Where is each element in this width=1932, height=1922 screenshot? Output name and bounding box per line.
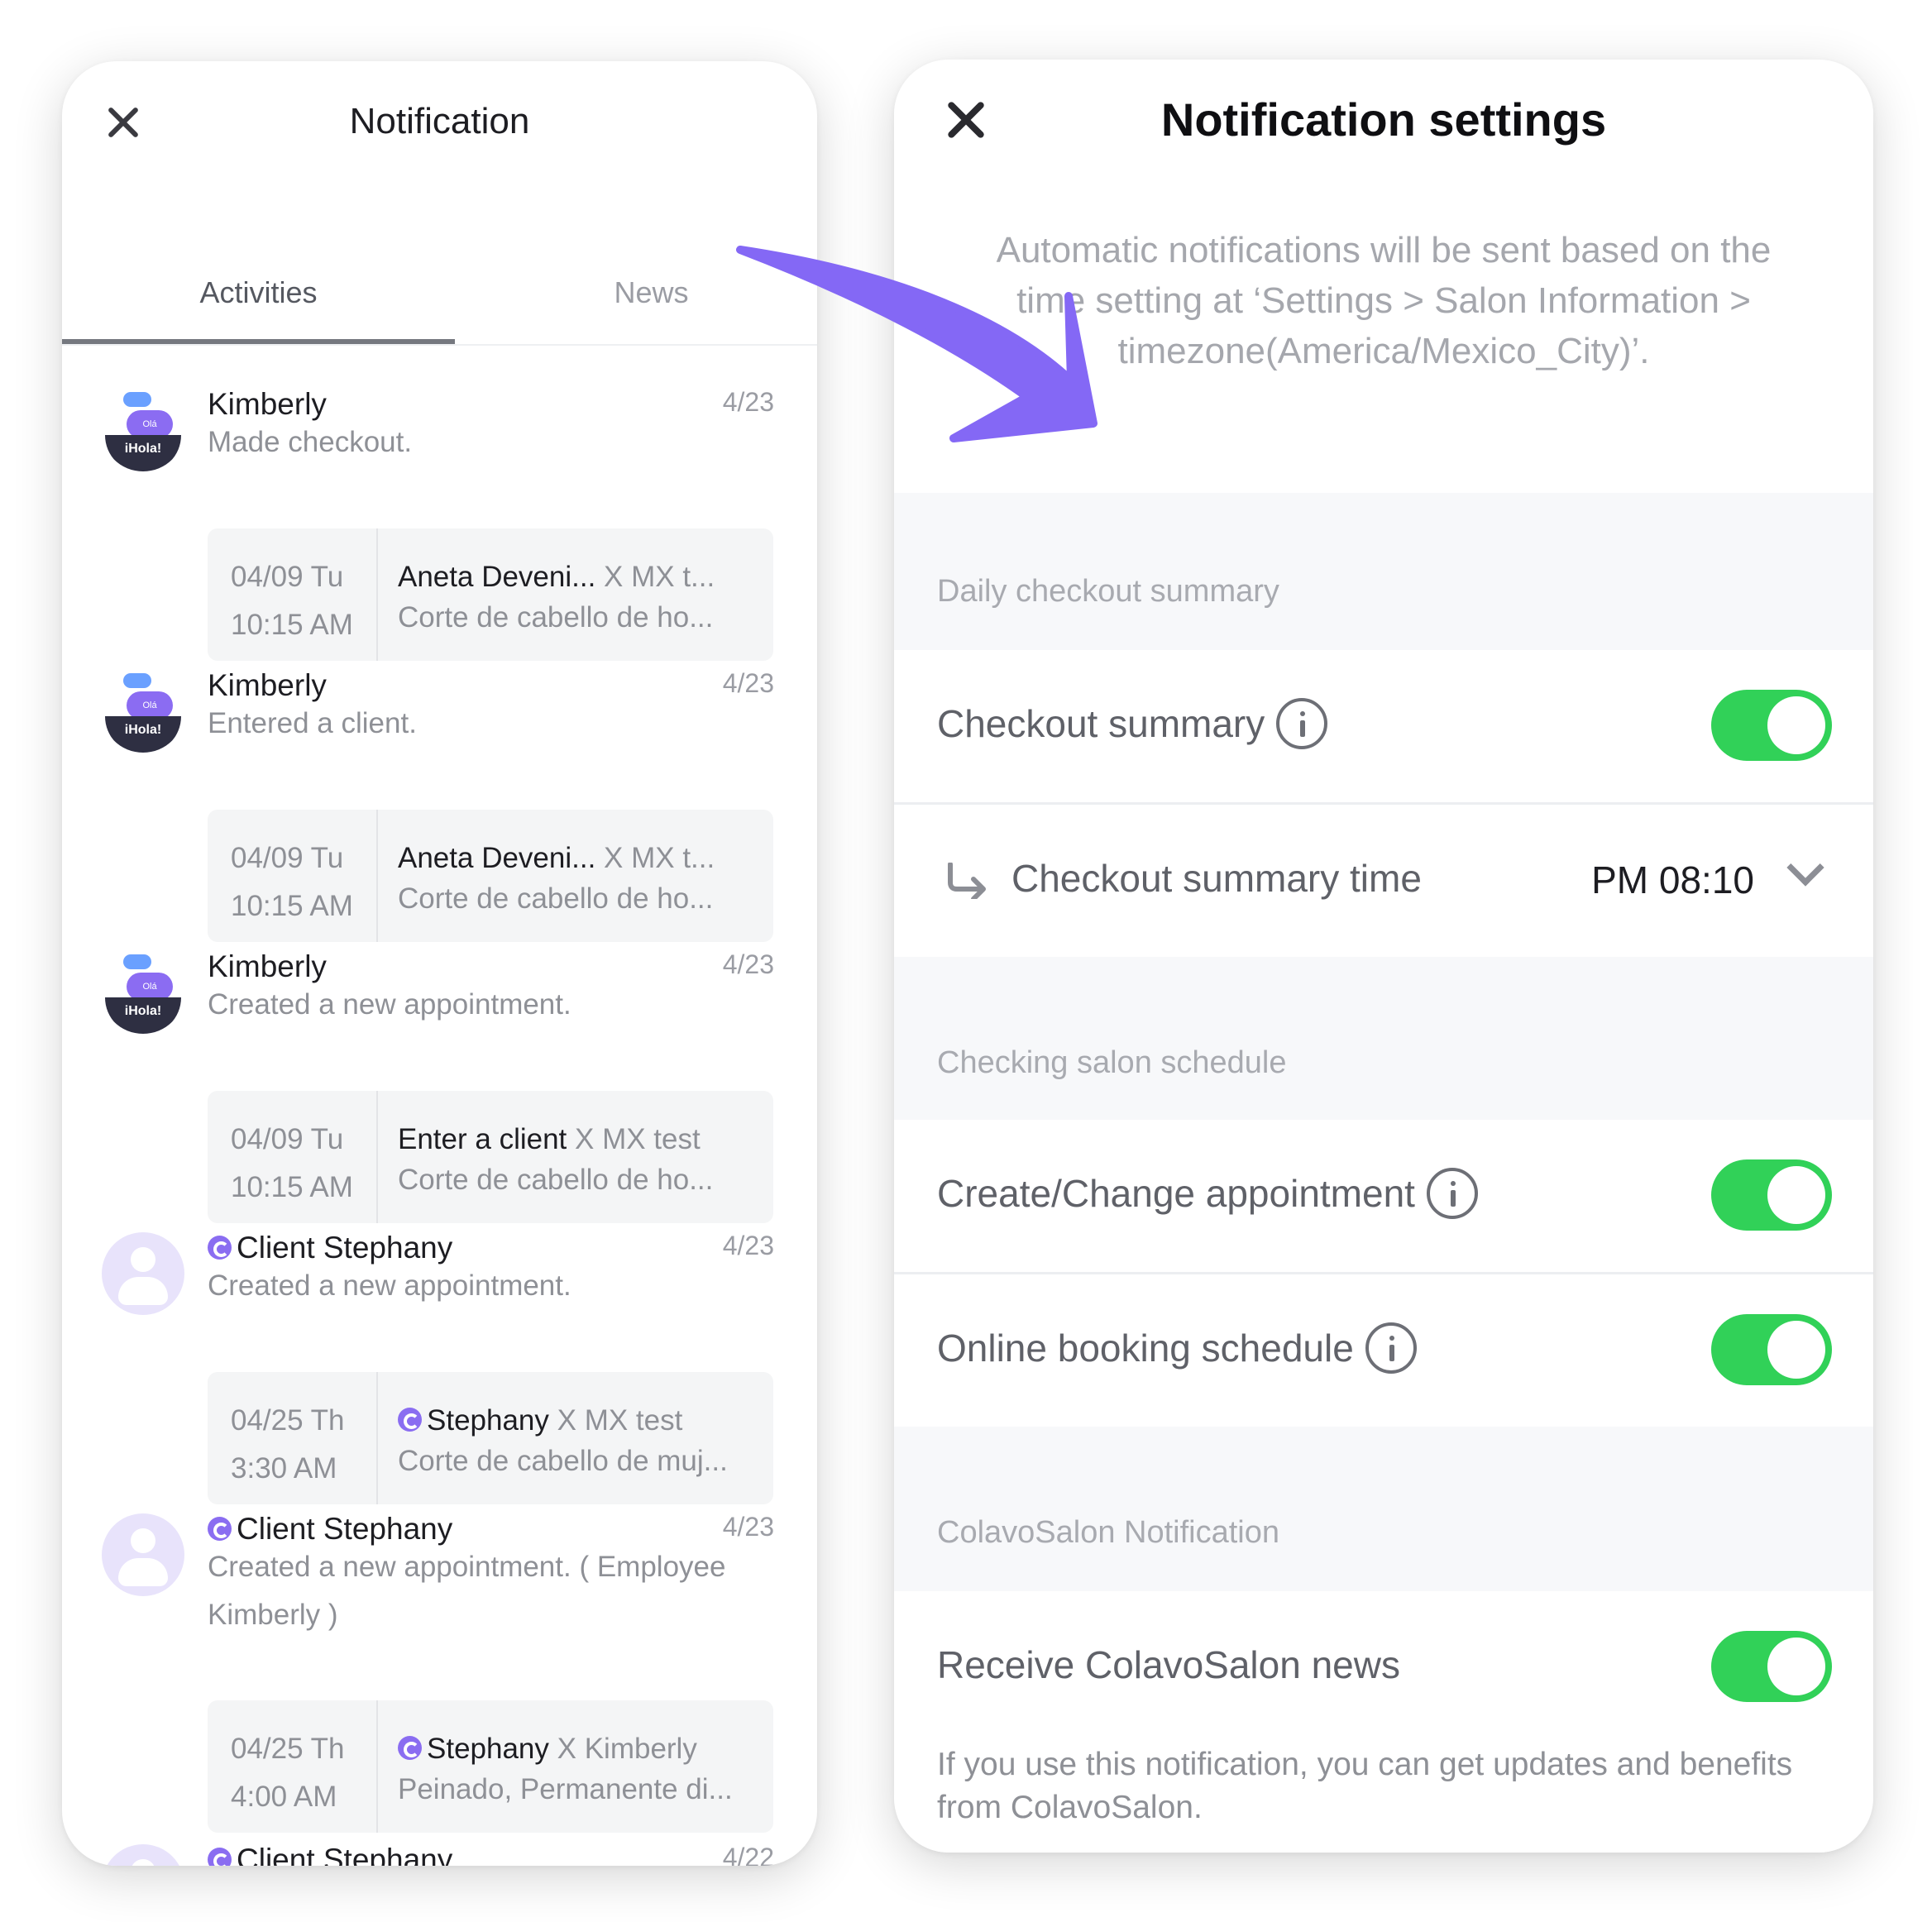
timezone-info-text: Automatic notifications will be sent bas…	[996, 230, 1772, 371]
create-change-row: Create/Change appointment	[894, 1120, 1873, 1272]
activity-author: Client Stephany	[208, 1843, 452, 1866]
client-avatar	[102, 1513, 184, 1596]
info-icon[interactable]	[1365, 1322, 1417, 1374]
activity-author: Kimberly	[208, 949, 327, 983]
section-daily-checkout: Daily checkout summary	[937, 574, 1279, 609]
activity-date: 4/23	[722, 1231, 774, 1260]
activity-description: Created a new appointment.	[208, 1269, 571, 1302]
receive-news-toggle[interactable]	[1711, 1631, 1832, 1702]
client-badge-icon	[208, 1236, 232, 1260]
section-colavo-notification: ColavoSalon Notification	[937, 1515, 1280, 1550]
appointment-card[interactable]: 04/09 Tu 10:15 AM Enter a client X MX test…	[208, 1091, 773, 1223]
activity-description: Created a new appointment. ( Employee Ki…	[208, 1551, 726, 1631]
tab-news[interactable]: News	[455, 215, 817, 344]
activity-date: 4/23	[722, 949, 774, 979]
activity-date: 4/23	[722, 387, 774, 417]
tabs-divider	[62, 344, 817, 346]
client-avatar	[102, 1844, 184, 1866]
appointment-client: Stephany X MX test	[398, 1397, 682, 1445]
appointment-client: Enter a client X MX test	[398, 1123, 701, 1155]
appointment-client: Aneta Deveni... X MX t...	[398, 842, 715, 874]
receive-news-row: Receive ColavoSalon news If you use this…	[894, 1591, 1873, 1853]
appointment-service: Corte de cabello de ho...	[398, 601, 714, 633]
appointment-card[interactable]: 04/09 Tu 10:15 AM Aneta Deveni... X MX t..…	[208, 528, 773, 661]
online-booking-row: Online booking schedule	[894, 1274, 1873, 1427]
checkout-summary-toggle[interactable]	[1711, 690, 1832, 761]
checkout-time-value[interactable]: PM 08:10	[1591, 858, 1754, 902]
notification-settings-panel: Notification settings Automatic notifica…	[894, 60, 1873, 1853]
appointment-card[interactable]: 04/25 Th 4:00 AM Stephany X Kimberly Peinad…	[208, 1700, 773, 1833]
client-badge-icon	[208, 1517, 232, 1541]
info-icon[interactable]	[1426, 1168, 1478, 1219]
salon-avatar: Olá iHola!	[102, 389, 184, 471]
appointment-datetime: 04/09 Tu 10:15 AM	[231, 842, 353, 922]
page-title: Notification settings	[1160, 93, 1607, 146]
appointment-datetime: 04/09 Tu 10:15 AM	[231, 1123, 353, 1203]
appointment-service: Corte de cabello de ho...	[398, 1164, 714, 1196]
activity-author: Kimberly	[208, 387, 327, 421]
checkout-summary-row: Checkout summary	[894, 650, 1873, 802]
appointment-card[interactable]: 04/25 Th 3:30 AM Stephany X MX test Corte d…	[208, 1372, 773, 1504]
sub-item-arrow-icon	[948, 863, 986, 899]
activity-author: Kimberly	[208, 668, 327, 702]
appointment-datetime: 04/25 Th 4:00 AM	[231, 1733, 345, 1813]
online-booking-toggle[interactable]	[1711, 1314, 1832, 1385]
client-avatar	[102, 1232, 184, 1315]
client-badge-icon	[398, 1408, 422, 1432]
activity-author: Client Stephany	[208, 1231, 452, 1265]
checkout-summary-label: Checkout summary	[937, 698, 1328, 753]
tab-activities[interactable]: Activities	[62, 215, 455, 344]
activity-description: Created a new appointment.	[208, 988, 571, 1021]
activity-author: Client Stephany	[208, 1512, 452, 1547]
section-salon-schedule: Checking salon schedule	[937, 1045, 1287, 1080]
appointment-service: Corte de cabello de ho...	[398, 882, 714, 915]
checkout-time-row[interactable]: Checkout summary time PM 08:10	[894, 805, 1873, 957]
checkout-time-label: Checkout summary time	[1011, 857, 1422, 900]
toggle-knob	[1767, 1638, 1825, 1695]
online-booking-label: Online booking schedule	[937, 1322, 1417, 1377]
activity-date: 4/23	[722, 1512, 774, 1542]
toggle-knob	[1767, 696, 1825, 754]
salon-avatar: Olá iHola!	[102, 951, 184, 1034]
news-description: If you use this notification, you can ge…	[937, 1747, 1793, 1825]
create-change-label: Create/Change appointment	[937, 1168, 1478, 1222]
activity-description: Entered a client.	[208, 707, 417, 739]
page-title: Notification	[349, 101, 530, 141]
chevron-down-icon[interactable]	[1786, 849, 1824, 887]
client-badge-icon	[208, 1848, 232, 1866]
activity-date: 4/23	[722, 668, 774, 698]
appointment-datetime: 04/09 Tu 10:15 AM	[231, 561, 353, 641]
activity-date: 4/22	[722, 1843, 774, 1866]
toggle-knob	[1767, 1321, 1825, 1379]
salon-avatar: Olá iHola!	[102, 670, 184, 753]
appointment-card[interactable]: 04/09 Tu 10:15 AM Aneta Deveni... X MX t..…	[208, 810, 773, 942]
appointment-service: Peinado, Permanente di...	[398, 1773, 733, 1805]
appointment-client: Aneta Deveni... X MX t...	[398, 561, 715, 593]
receive-news-label: Receive ColavoSalon news	[937, 1643, 1400, 1686]
appointment-datetime: 04/25 Th 3:30 AM	[231, 1404, 345, 1485]
notification-panel: Notification Activities News Olá iHola! Ki…	[62, 61, 817, 1866]
create-change-toggle[interactable]	[1711, 1159, 1832, 1231]
client-badge-icon	[398, 1736, 422, 1760]
info-icon[interactable]	[1276, 698, 1328, 749]
activity-description: Made checkout.	[208, 426, 413, 458]
toggle-knob	[1767, 1166, 1825, 1224]
appointment-service: Corte de cabello de muj...	[398, 1445, 728, 1477]
appointment-client: Stephany X Kimberly	[398, 1725, 697, 1773]
